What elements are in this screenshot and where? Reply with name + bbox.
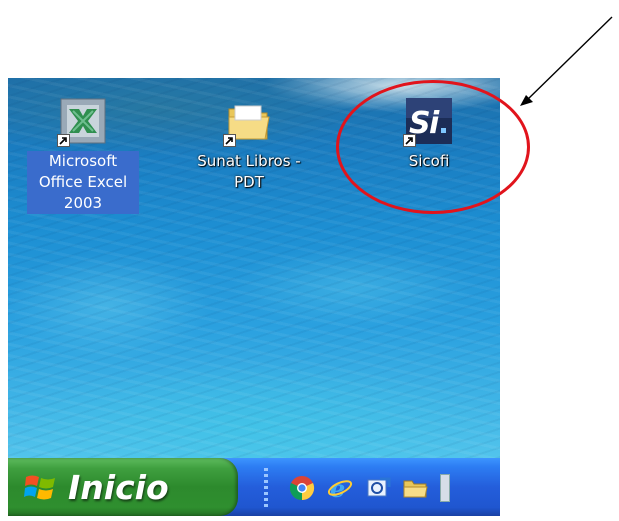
outlook-express-icon[interactable] — [365, 475, 391, 501]
quick-launch-grip[interactable] — [264, 468, 268, 508]
start-label: Inicio — [68, 467, 169, 507]
internet-explorer-icon[interactable]: e — [327, 475, 353, 501]
start-button[interactable]: Inicio — [8, 458, 238, 516]
partial-quick-launch-icon[interactable] — [440, 474, 450, 502]
folder-icon[interactable] — [402, 475, 428, 501]
windows-logo-icon — [24, 475, 55, 500]
chrome-icon[interactable] — [289, 475, 315, 501]
annotation-arrow — [520, 16, 613, 106]
taskbar: Inicio e — [8, 458, 500, 516]
